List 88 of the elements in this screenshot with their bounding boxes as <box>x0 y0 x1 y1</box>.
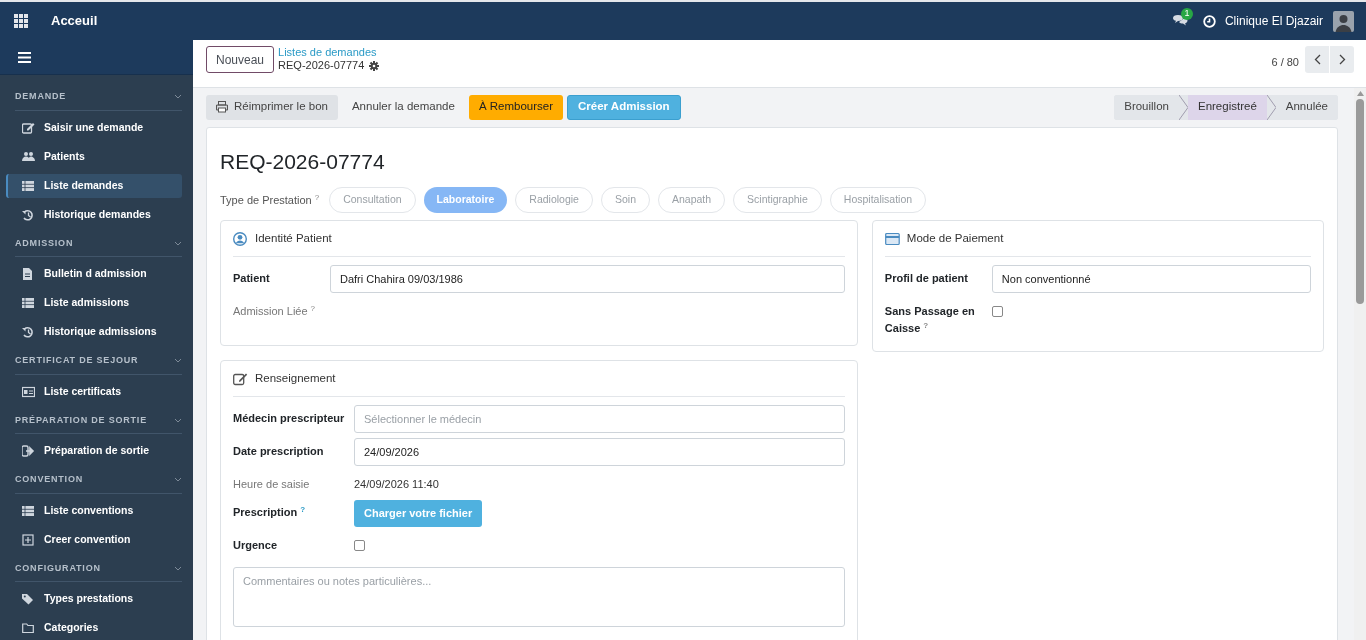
list-icon <box>22 504 35 517</box>
pager-value: 6 / 80 <box>1271 55 1299 71</box>
sidebar-item[interactable]: Saisir une demande <box>6 115 182 140</box>
sidebar-item[interactable]: Creer convention <box>6 527 182 552</box>
field-label: Prescription $^{?}$ <box>233 504 307 520</box>
new-button[interactable]: Nouveau <box>206 46 275 73</box>
next-button[interactable] <box>1330 46 1354 73</box>
section-heading: DEMANDE <box>15 90 67 103</box>
tags-icon <box>22 593 35 605</box>
chevron-down-icon <box>174 565 182 571</box>
section-heading: PRÉPARATION DE SORTIE <box>15 413 147 427</box>
edit-icon <box>22 121 35 134</box>
field-label: Type de Prestation $^{?}$ <box>220 191 320 208</box>
field-value: 24/09/2026 11:40 <box>354 477 439 492</box>
company-name[interactable]: Clinique El Djazair <box>1224 12 1323 30</box>
field-label: Admission Liée $^{?}$ <box>233 303 317 319</box>
input-field[interactable]: Dafri Chahira 09/03/1986 <box>330 265 845 293</box>
field-label: Heure de saisie <box>233 477 311 492</box>
checkbox[interactable] <box>991 306 1003 317</box>
apps-grid-icon[interactable] <box>14 14 28 28</box>
list-icon <box>22 297 35 309</box>
sidebar-item[interactable]: Patients <box>6 144 182 169</box>
edit-icon <box>233 371 248 386</box>
input-field[interactable]: 24/09/2026 <box>354 438 845 466</box>
scrollbar-thumb[interactable] <box>1356 99 1364 304</box>
avatar-icon[interactable] <box>1333 10 1354 32</box>
action-button[interactable]: Réimprimer le bon <box>206 94 338 120</box>
chevron-down-icon <box>174 417 182 423</box>
card-title: Mode de Paiement <box>906 230 1004 246</box>
chevron-down-icon <box>174 358 182 364</box>
chevron-down-icon <box>174 94 182 100</box>
sidebar-item[interactable]: Historique admissions <box>6 320 182 344</box>
clock-icon[interactable] <box>1202 14 1216 28</box>
sidebar-item[interactable]: Liste admissions <box>6 291 182 315</box>
sidebar-item[interactable]: Préparation de sortie <box>6 439 182 463</box>
card-title: Identité Patient <box>255 230 332 246</box>
previous-button[interactable] <box>1305 46 1329 73</box>
sidebar-item[interactable]: Types prestations <box>6 587 182 611</box>
field-label: Sans Passage en Caisse $^{?}$ <box>884 304 976 336</box>
document-icon <box>22 268 35 280</box>
field-label: Date prescription <box>233 444 325 459</box>
record-name: REQ-2026-07774 <box>278 59 365 72</box>
printer-icon <box>216 101 228 113</box>
action-button[interactable]: À Rembourser <box>468 94 564 120</box>
action-link[interactable]: Annuler la demande <box>341 94 465 120</box>
section-heading: CERTIFICAT DE SEJOUR <box>15 354 139 367</box>
section-heading: ADMISSION <box>15 236 74 250</box>
checkbox[interactable] <box>354 540 365 551</box>
input-field[interactable]: Non conventionné <box>991 265 1311 293</box>
input-field[interactable]: Sélectionner le médecin <box>354 405 845 433</box>
history-icon <box>22 208 35 221</box>
sidebar-item[interactable]: Categories <box>6 616 182 640</box>
gear-icon[interactable] <box>369 60 380 71</box>
comment-field[interactable]: Commentaires ou notes particulières... <box>233 567 845 627</box>
scroll-up-icon[interactable] <box>1356 91 1364 96</box>
field-label: Urgence <box>233 538 279 553</box>
chevron-right-icon <box>1338 54 1346 65</box>
history-icon <box>22 326 35 338</box>
menu-icon[interactable] <box>18 51 31 63</box>
chevron-down-icon <box>174 240 182 246</box>
sidebar-item[interactable]: Bulletin d admission <box>6 262 182 286</box>
status-step[interactable]: Enregistreé <box>1187 94 1267 120</box>
field-label: Patient <box>233 271 271 286</box>
sidebar-item[interactable]: Historique demandes <box>6 202 182 227</box>
field-label: Profil de patient <box>884 271 969 286</box>
step-divider-icon <box>1266 94 1276 120</box>
sidebar-item[interactable]: Liste conventions <box>6 498 182 523</box>
app-title[interactable]: Acceuil <box>51 11 98 31</box>
list-icon <box>22 179 35 192</box>
sidebar-item[interactable]: Liste demandes <box>6 173 182 198</box>
card-title: Renseignement <box>255 370 336 386</box>
step-divider-icon <box>1178 94 1188 120</box>
chevron-down-icon <box>174 477 182 483</box>
user-circle-icon <box>233 231 248 246</box>
exit-icon <box>22 445 35 457</box>
sidebar-item[interactable]: Liste certificats <box>6 379 182 404</box>
users-icon <box>22 150 35 163</box>
plus-square-icon <box>22 533 35 546</box>
field-label: Médecin prescripteur <box>233 411 346 426</box>
notification-badge: 1 <box>1180 8 1193 20</box>
folder-icon <box>22 622 35 634</box>
chevron-left-icon <box>1313 54 1321 65</box>
section-heading: CONFIGURATION <box>15 561 101 575</box>
record-title: REQ-2026-07774 <box>220 149 386 175</box>
id-card-icon <box>22 385 35 398</box>
section-heading: CONVENTION <box>15 473 83 486</box>
card-icon <box>884 231 900 246</box>
scrollbar[interactable] <box>1354 88 1366 640</box>
